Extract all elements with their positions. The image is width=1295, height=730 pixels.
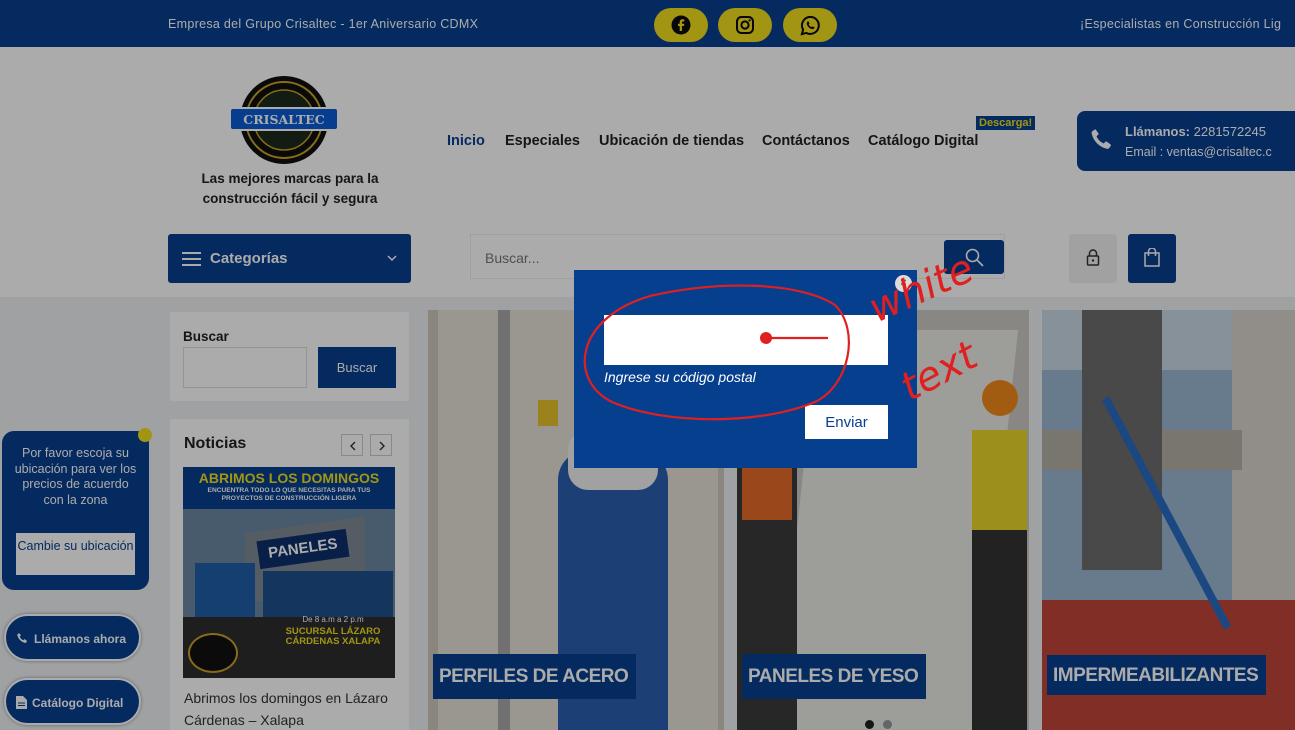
annotation-dot [760,332,772,344]
annotation-circle [583,284,850,421]
red-annotation [583,284,850,421]
